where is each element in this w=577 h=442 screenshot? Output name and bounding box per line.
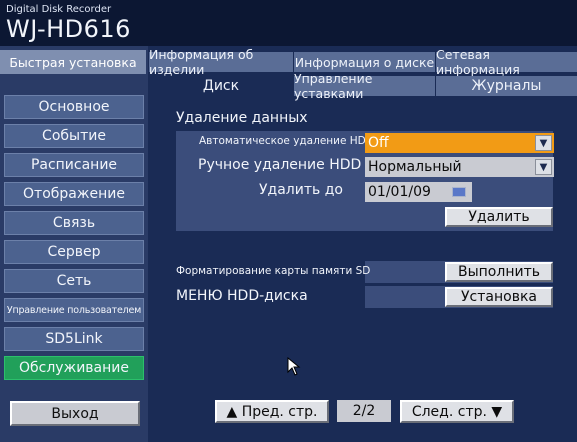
auto-delete-value: Off (368, 135, 389, 151)
menu-event[interactable]: Событие (4, 124, 144, 148)
sd-format-label: Форматирование карты памяти SD (176, 265, 371, 277)
data-deletion-title: Удаление данных (176, 110, 308, 126)
page-indicator: 2/2 (337, 400, 391, 422)
tab-product-info[interactable]: Информация об изделии (149, 47, 293, 77)
menu-schedule[interactable]: Расписание (4, 153, 144, 177)
delete-until-value: 01/01/09 (368, 184, 431, 200)
next-page-button[interactable]: След. стр. ▼ (400, 400, 514, 423)
tab-disk[interactable]: Диск (149, 76, 293, 96)
auto-delete-label: Автоматическое удаление HDD (199, 135, 374, 147)
delete-button[interactable]: Удалить (445, 207, 553, 227)
menu-user-management[interactable]: Управление пользователем (4, 298, 144, 322)
chevron-down-icon: ▼ (535, 159, 552, 175)
tab-settings-management[interactable]: Управление уставками (294, 71, 435, 101)
delete-until-label: Удалить до (259, 182, 343, 198)
auto-delete-dropdown[interactable]: Off ▼ (365, 133, 554, 153)
tab-network-info[interactable]: Сетевая информация (436, 47, 577, 77)
manual-delete-dropdown[interactable]: Нормальный ▼ (365, 157, 554, 177)
manual-delete-value: Нормальный (368, 159, 462, 175)
menu-maintenance[interactable]: Обслуживание (4, 356, 144, 380)
chevron-down-icon: ▼ (535, 135, 552, 151)
tab-disk-info[interactable]: Информация о диске (294, 52, 435, 72)
setup-button[interactable]: Установка (445, 287, 553, 307)
manual-delete-label: Ручное удаление HDD (198, 157, 362, 173)
menu-comm[interactable]: Связь (4, 211, 144, 235)
menu-network[interactable]: Сеть (4, 269, 144, 293)
exit-button[interactable]: Выход (10, 401, 140, 426)
tab-logs[interactable]: Журналы (436, 76, 577, 96)
mouse-pointer-icon (287, 357, 301, 376)
execute-button[interactable]: Выполнить (445, 262, 553, 282)
calendar-icon[interactable] (452, 187, 468, 199)
menu-basic[interactable]: Основное (4, 95, 144, 119)
main-panel (148, 46, 577, 442)
prev-page-button[interactable]: ▲ Пред. стр. (215, 400, 329, 423)
quick-setup-button[interactable]: Быстрая установка (0, 50, 146, 74)
menu-sd5link[interactable]: SD5Link (4, 327, 144, 351)
menu-display[interactable]: Отображение (4, 182, 144, 206)
product-model: WJ-HD616 (6, 15, 131, 43)
menu-server[interactable]: Сервер (4, 240, 144, 264)
hdd-menu-label: МЕНЮ HDD-диска (176, 288, 308, 304)
product-subtitle: Digital Disk Recorder (6, 4, 112, 15)
